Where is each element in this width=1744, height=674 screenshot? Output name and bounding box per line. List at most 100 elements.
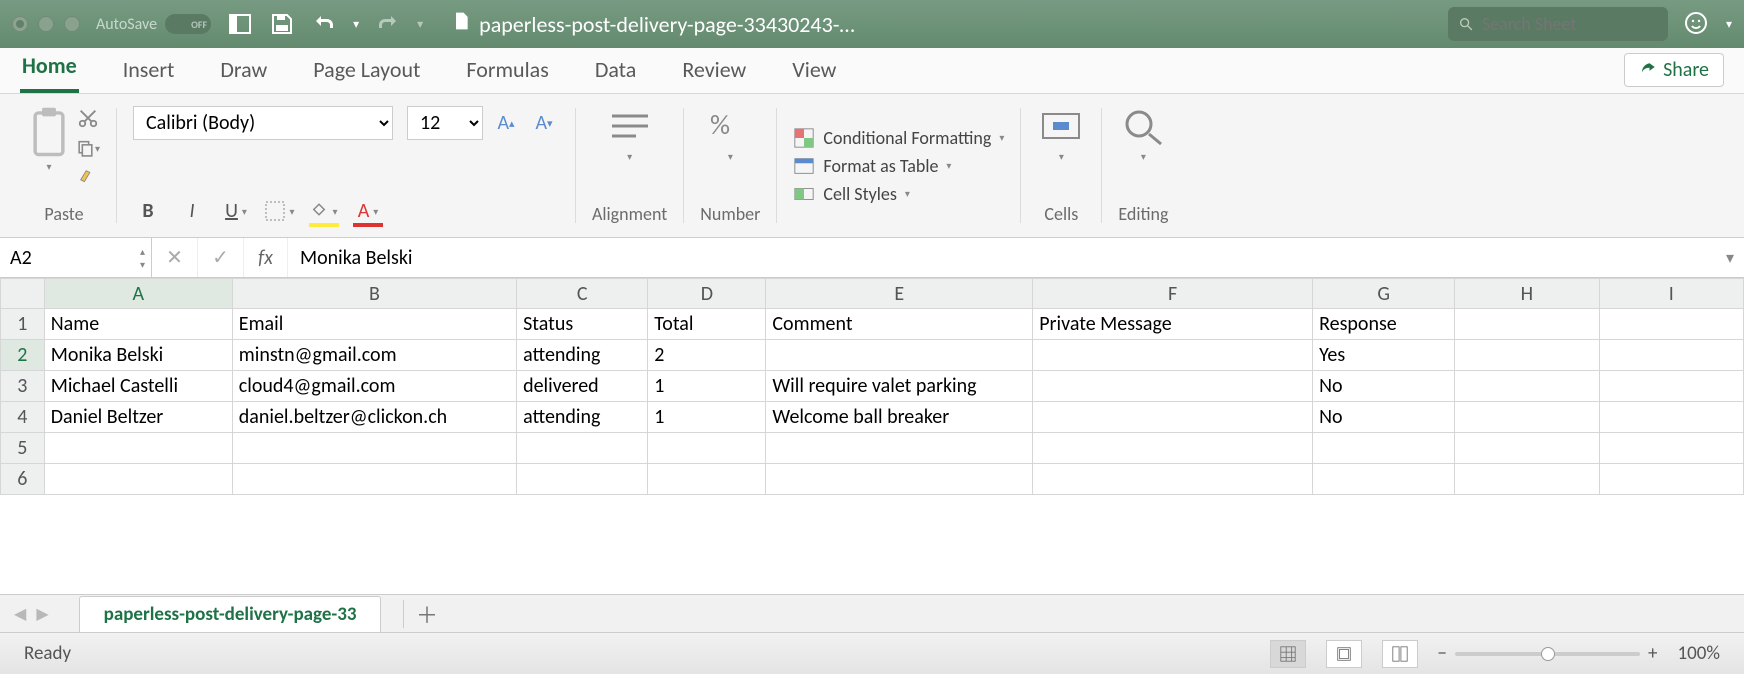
normal-view-button[interactable] (1270, 640, 1306, 668)
add-sheet-button[interactable]: ＋ (403, 600, 435, 628)
minimize-window-button[interactable] (38, 16, 54, 32)
editing-button[interactable]: ▾ (1119, 106, 1167, 163)
cell[interactable]: Email (232, 309, 516, 340)
alignment-button[interactable]: ▾ (606, 106, 654, 163)
zoom-out-button[interactable]: − (1438, 642, 1447, 665)
cell[interactable] (1599, 464, 1743, 495)
cell[interactable] (648, 433, 766, 464)
cell-styles-button[interactable]: Cell Styles▾ (793, 183, 1004, 205)
layout-icon[interactable] (227, 11, 253, 37)
conditional-formatting-button[interactable]: Conditional Formatting▾ (793, 127, 1004, 149)
increase-font-icon[interactable]: A▴ (491, 109, 521, 137)
col-header-F[interactable]: F (1033, 279, 1313, 309)
cell[interactable] (517, 433, 648, 464)
tab-home[interactable]: Home (20, 44, 79, 93)
sheet-nav-next[interactable]: ▶ (36, 604, 48, 624)
decrease-font-icon[interactable]: A▾ (529, 109, 559, 137)
undo-icon[interactable] (311, 11, 337, 37)
col-header-G[interactable]: G (1313, 279, 1455, 309)
cell[interactable] (1455, 309, 1599, 340)
tab-data[interactable]: Data (593, 48, 639, 93)
font-color-button[interactable]: A▾ (353, 197, 383, 225)
formula-input[interactable] (288, 238, 1716, 277)
select-all-corner[interactable] (1, 279, 45, 309)
cell[interactable] (44, 464, 232, 495)
col-header-A[interactable]: A (44, 279, 232, 309)
col-header-B[interactable]: B (232, 279, 516, 309)
fx-label[interactable]: fx (244, 238, 288, 277)
cell[interactable] (1455, 371, 1599, 402)
cell[interactable] (1599, 402, 1743, 433)
fill-color-button[interactable]: ▾ (309, 197, 339, 225)
cell[interactable]: 2 (648, 340, 766, 371)
cell[interactable] (1313, 433, 1455, 464)
cell[interactable]: No (1313, 402, 1455, 433)
maximize-window-button[interactable] (64, 16, 80, 32)
search-box[interactable] (1448, 7, 1668, 41)
col-header-D[interactable]: D (648, 279, 766, 309)
cells-button[interactable]: ▾ (1037, 106, 1085, 163)
cell[interactable] (1599, 371, 1743, 402)
cell[interactable] (1313, 464, 1455, 495)
sheet-tab[interactable]: paperless-post-delivery-page-33 (79, 596, 382, 632)
tab-draw[interactable]: Draw (218, 48, 269, 93)
cell[interactable] (517, 464, 648, 495)
cell[interactable]: Private Message (1033, 309, 1313, 340)
cut-icon[interactable] (76, 106, 100, 130)
borders-button[interactable]: ▾ (265, 197, 295, 225)
zoom-in-button[interactable]: + (1648, 642, 1657, 665)
cell[interactable] (1599, 433, 1743, 464)
cell[interactable]: attending (517, 402, 648, 433)
cell[interactable] (1455, 464, 1599, 495)
expand-formula-bar-icon[interactable]: ▾ (1716, 238, 1744, 277)
font-size-select[interactable]: 12 (407, 106, 483, 140)
row-header-2[interactable]: 2 (1, 340, 45, 371)
row-header-1[interactable]: 1 (1, 309, 45, 340)
cell[interactable] (766, 340, 1033, 371)
autosave-toggle[interactable]: AutoSave OFF (96, 14, 211, 34)
row-header-4[interactable]: 4 (1, 402, 45, 433)
cell[interactable] (1033, 464, 1313, 495)
save-icon[interactable] (269, 11, 295, 37)
tab-page-layout[interactable]: Page Layout (311, 48, 422, 93)
spreadsheet-grid[interactable]: A B C D E F G H I 1NameEmailStatusTotalC… (0, 278, 1744, 594)
cell[interactable]: daniel.beltzer@clickon.ch (232, 402, 516, 433)
undo-dropdown[interactable]: ▾ (353, 17, 359, 32)
cell[interactable] (1033, 371, 1313, 402)
cell[interactable]: No (1313, 371, 1455, 402)
cell[interactable] (766, 433, 1033, 464)
cell[interactable] (44, 433, 232, 464)
cell[interactable]: delivered (517, 371, 648, 402)
col-header-C[interactable]: C (517, 279, 648, 309)
cell[interactable] (1033, 340, 1313, 371)
font-name-select[interactable]: Calibri (Body) (133, 106, 393, 140)
page-layout-view-button[interactable] (1326, 640, 1362, 668)
row-header-3[interactable]: 3 (1, 371, 45, 402)
cell[interactable]: minstn@gmail.com (232, 340, 516, 371)
cell[interactable] (1599, 309, 1743, 340)
cell[interactable]: cloud4@gmail.com (232, 371, 516, 402)
cell[interactable] (1455, 402, 1599, 433)
cell[interactable]: Michael Castelli (44, 371, 232, 402)
bold-button[interactable]: B (133, 197, 163, 225)
cancel-formula-icon[interactable]: ✕ (152, 238, 198, 277)
number-format-button[interactable]: % ▾ (706, 106, 754, 163)
cell[interactable]: Comment (766, 309, 1033, 340)
cell[interactable]: 1 (648, 402, 766, 433)
cell[interactable] (232, 464, 516, 495)
paste-dropdown[interactable]: ▾ (46, 160, 51, 173)
redo-icon[interactable] (375, 11, 401, 37)
cell[interactable]: Response (1313, 309, 1455, 340)
underline-button[interactable]: U▾ (221, 197, 251, 225)
col-header-E[interactable]: E (766, 279, 1033, 309)
copy-icon[interactable]: ▾ (76, 136, 100, 160)
cell[interactable] (1455, 340, 1599, 371)
zoom-slider[interactable]: − + (1438, 642, 1658, 665)
name-box[interactable]: A2 ▴▾ (0, 238, 152, 277)
search-input[interactable] (1482, 13, 1658, 35)
feedback-dropdown[interactable]: ▾ (1726, 17, 1732, 32)
cell[interactable] (1599, 340, 1743, 371)
paste-button[interactable]: ▾ (28, 106, 70, 173)
cell[interactable] (1455, 433, 1599, 464)
cell[interactable]: Yes (1313, 340, 1455, 371)
